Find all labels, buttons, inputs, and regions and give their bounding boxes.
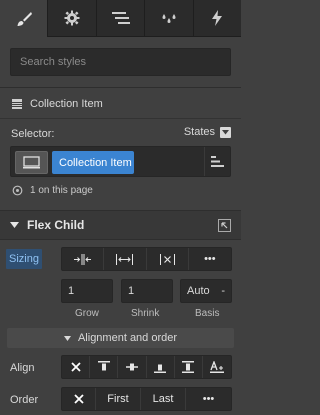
align-label: Align (10, 362, 35, 374)
align-none-button[interactable] (62, 356, 91, 378)
align-center-icon (125, 363, 138, 371)
basis-value: Auto (187, 285, 210, 297)
context-label: Collection Item (30, 97, 103, 110)
selector-label: Selector: (11, 128, 55, 140)
style-tab[interactable] (0, 0, 49, 38)
order-none-button[interactable] (62, 388, 96, 410)
sizing-none-button[interactable] (147, 248, 189, 270)
popout-icon[interactable] (218, 219, 231, 232)
selector-chip[interactable]: Collection Item (52, 151, 134, 174)
collection-item-icon (12, 98, 22, 109)
sizing-button-group: ••• (61, 247, 232, 271)
context-row: Collection Item (0, 89, 241, 119)
alignment-order-header[interactable]: Alignment and order (7, 328, 234, 348)
align-end-button[interactable] (147, 356, 175, 378)
states-dropdown[interactable]: States (184, 126, 231, 138)
caret-down-icon (63, 335, 71, 341)
align-baseline-button[interactable] (203, 356, 231, 378)
selector-field[interactable]: Collection Item (10, 146, 231, 177)
basis-input[interactable]: Auto - (180, 279, 232, 303)
align-button-group (61, 355, 232, 379)
selector-menu-button[interactable] (204, 147, 230, 176)
shrink-label: Shrink (131, 308, 160, 319)
shrink-input[interactable]: 1 (121, 279, 173, 303)
close-icon (73, 394, 84, 404)
flex-child-title: Flex Child (27, 218, 85, 232)
interactions-tab[interactable] (145, 0, 194, 36)
drops-icon (162, 14, 176, 23)
sizing-grow-button[interactable] (104, 248, 147, 270)
align-stretch-icon (182, 361, 195, 373)
selector-list-icon (211, 156, 224, 167)
sizing-shrink-button[interactable] (62, 248, 105, 270)
monitor-icon (23, 156, 40, 169)
states-label: States (183, 126, 215, 138)
on-page-count[interactable]: 1 on this page (12, 185, 93, 196)
flex-child-section-header[interactable]: Flex Child (0, 210, 241, 240)
on-page-text: 1 on this page (30, 185, 93, 196)
caret-down-icon (10, 222, 19, 228)
grow-label: Grow (75, 308, 99, 319)
align-bottom-icon (154, 364, 167, 373)
grow-input[interactable]: 1 (61, 279, 113, 303)
alignment-order-title: Alignment and order (77, 332, 178, 344)
search-area (0, 37, 241, 88)
search-styles-input[interactable] (10, 48, 231, 76)
target-icon (12, 185, 23, 196)
dont-shrink-icon (159, 253, 175, 265)
gear-icon (64, 10, 80, 26)
align-top-icon (97, 361, 110, 371)
list-icon (111, 12, 130, 24)
order-more-button[interactable]: ••• (186, 388, 231, 410)
align-start-button[interactable] (90, 356, 119, 378)
brush-icon (17, 11, 32, 26)
close-icon (70, 362, 81, 372)
panel-tabs (0, 0, 241, 38)
sizing-more-button[interactable]: ••• (189, 248, 231, 270)
shrink-if-needed-icon (74, 253, 92, 265)
order-last-button[interactable]: Last (141, 388, 186, 410)
basis-unit[interactable]: - (221, 285, 225, 297)
order-button-group: First Last ••• (61, 387, 232, 411)
align-baseline-icon (209, 361, 224, 373)
lightning-icon (212, 10, 223, 26)
element-type-button[interactable] (15, 151, 48, 174)
settings-tab[interactable] (48, 0, 97, 36)
order-first-button[interactable]: First (96, 388, 141, 410)
chevron-down-icon (220, 126, 231, 138)
basis-label: Basis (195, 308, 220, 319)
align-center-button[interactable] (118, 356, 147, 378)
sizing-label[interactable]: Sizing (6, 249, 42, 269)
grow-icon (116, 253, 134, 265)
navigator-tab[interactable] (97, 0, 146, 36)
align-stretch-button[interactable] (175, 356, 203, 378)
order-label: Order (10, 394, 39, 406)
lightning-tab[interactable] (194, 0, 241, 36)
